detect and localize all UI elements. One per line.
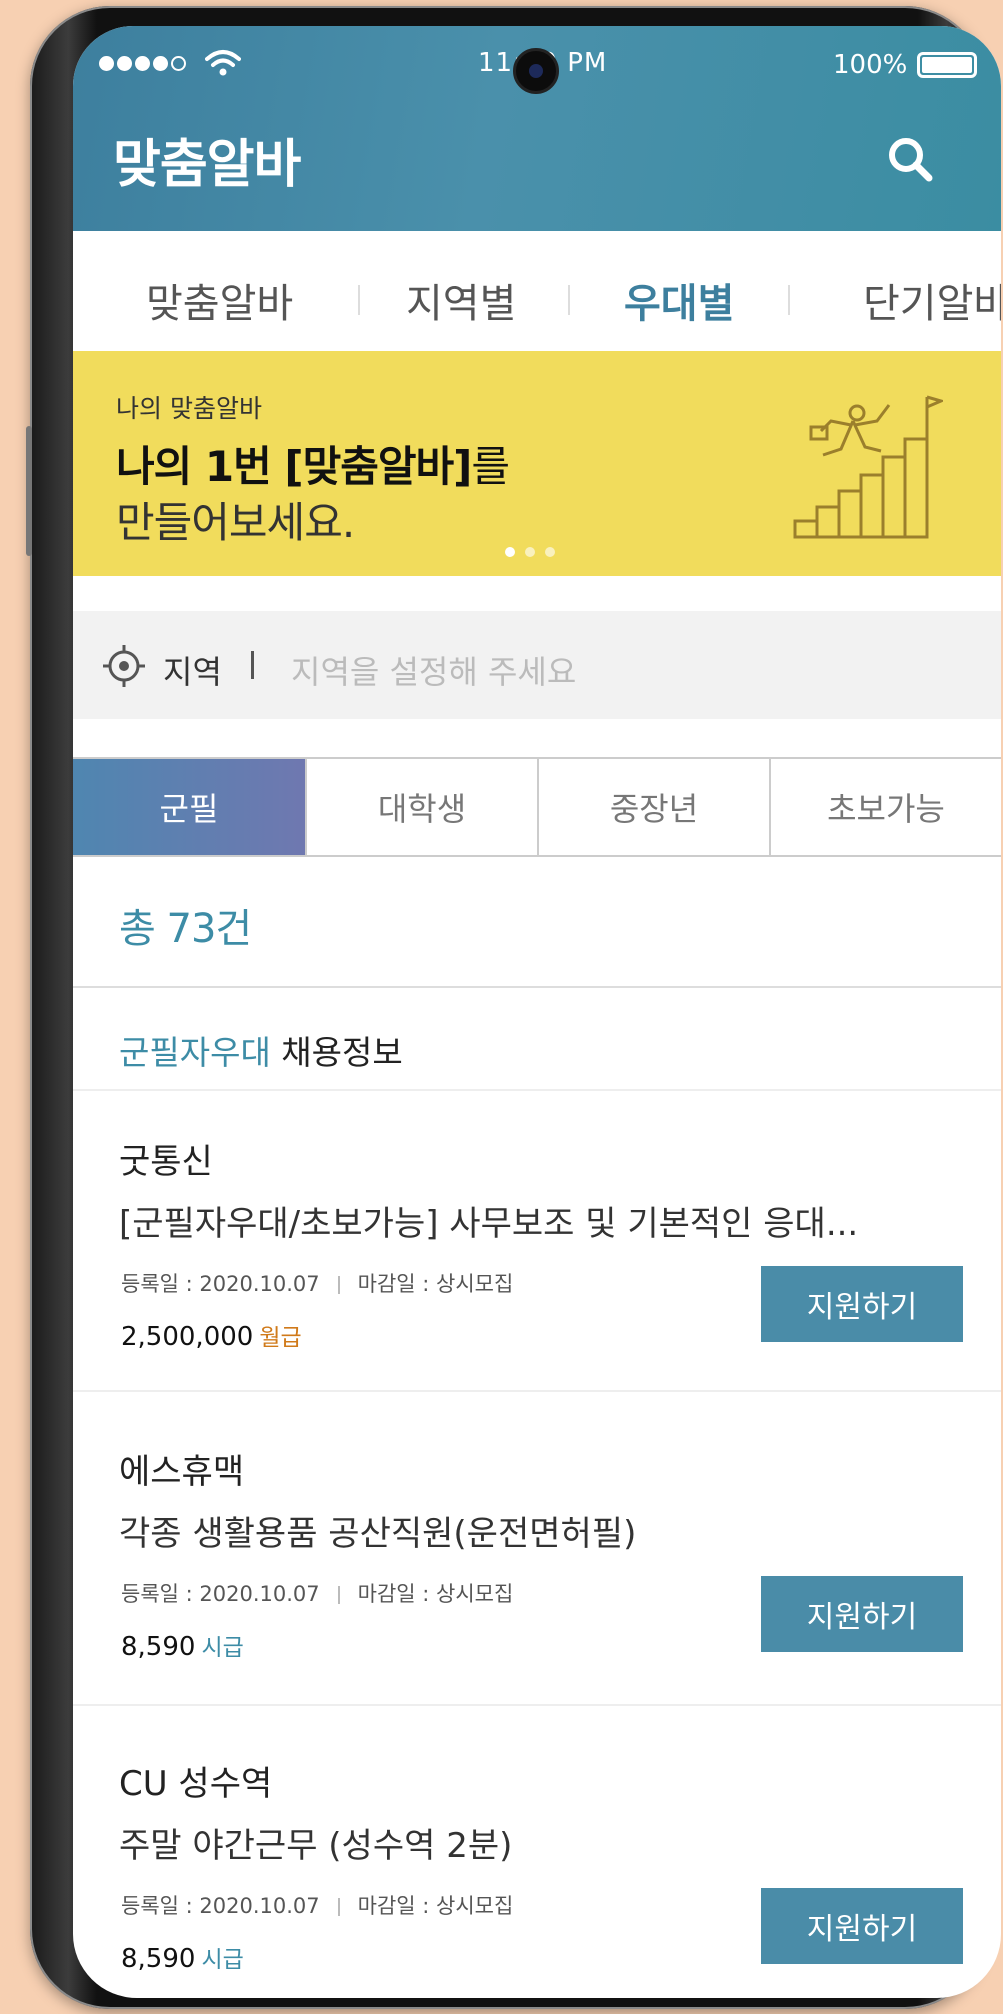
banner-headline-line2: 만들어보세요. [116, 498, 355, 547]
apply-button[interactable]: 지원하기 [761, 1576, 963, 1652]
target-icon [103, 645, 145, 687]
job-dates: 등록일 : 2020.10.07 마감일 : 상시모집 [121, 1890, 513, 1920]
job-deadline: 마감일 : 상시모집 [357, 1272, 514, 1296]
job-company: 에스휴맥 [119, 1452, 245, 1492]
divider [73, 1390, 1001, 1392]
job-dates: 등록일 : 2020.10.07 마감일 : 상시모집 [121, 1268, 513, 1298]
section-title-text: 채용정보 [270, 1033, 403, 1072]
banner-subtitle: 나의 맞춤알바 [116, 394, 262, 423]
job-company: CU 성수역 [119, 1764, 273, 1804]
category-tab-military[interactable]: 군필 [73, 759, 305, 855]
section-title: 군필자우대 채용정보 [119, 1026, 403, 1074]
divider [73, 986, 1001, 988]
region-selector[interactable]: 지역 지역을 설정해 주세요 [73, 611, 1001, 719]
front-camera [513, 48, 559, 94]
banner-headline-bold: 나의 1번 [맞춤알바] [116, 442, 472, 491]
apply-button[interactable]: 지원하기 [761, 1888, 963, 1964]
job-registered-date: 등록일 : 2020.10.07 [121, 1582, 320, 1606]
region-label: 지역 [163, 653, 222, 691]
category-tab-middle-aged[interactable]: 중장년 [537, 759, 769, 855]
job-title[interactable]: 각종 생활용품 공산직원(운전면허필) [119, 1506, 636, 1555]
job-list-item[interactable]: 에스휴맥 각종 생활용품 공산직원(운전면허필) 등록일 : 2020.10.0… [73, 1444, 1001, 1694]
app-header: 11:00 PM 100% 맞춤알바 [73, 26, 1001, 231]
search-icon[interactable] [885, 134, 935, 184]
job-title[interactable]: [군필자우대/초보가능] 사무보조 및 기본적인 응대... [119, 1196, 858, 1245]
job-pay-unit: 시급 [201, 1947, 244, 1973]
signal-icon [99, 56, 186, 71]
battery-icon [917, 52, 977, 78]
banner-headline: 나의 1번 [맞춤알바]를 [116, 433, 510, 494]
divider [73, 1089, 1001, 1091]
tab-divider [568, 285, 570, 315]
job-pay-amount: 8,590 [121, 1632, 196, 1662]
region-placeholder[interactable]: 지역을 설정해 주세요 [291, 647, 576, 693]
job-deadline: 마감일 : 상시모집 [357, 1894, 514, 1918]
category-tab-beginners[interactable]: 초보가능 [769, 759, 1001, 855]
job-pay-unit: 월급 [259, 1325, 302, 1351]
job-pay-amount: 8,590 [121, 1944, 196, 1974]
stairs-climber-icon [793, 395, 943, 539]
region-divider [251, 651, 254, 679]
banner-headline-rest: 를 [471, 442, 510, 491]
job-list-item[interactable]: 굿통신 [군필자우대/초보가능] 사무보조 및 기본적인 응대... 등록일 :… [73, 1134, 1001, 1384]
top-tab-bar: 맞춤알바 지역별 우대별 단기알바 [73, 231, 1001, 351]
tab-by-preference[interactable]: 우대별 [624, 271, 734, 329]
promo-banner[interactable]: 나의 맞춤알바 나의 1번 [맞춤알바]를 만들어보세요. [73, 351, 1001, 576]
job-dates: 등록일 : 2020.10.07 마감일 : 상시모집 [121, 1578, 513, 1608]
category-tab-students[interactable]: 대학생 [305, 759, 537, 855]
wifi-icon [205, 50, 241, 76]
banner-pagination [505, 547, 555, 557]
tab-short-term[interactable]: 단기알바 [863, 271, 1001, 329]
phone-frame: 11:00 PM 100% 맞춤알바 맞춤알바 지역별 우대별 단기알바 나의 … [26, 6, 1001, 2009]
job-registered-date: 등록일 : 2020.10.07 [121, 1272, 320, 1296]
job-list-item[interactable]: CU 성수역 주말 야간근무 (성수역 2분) 등록일 : 2020.10.07… [73, 1756, 1001, 1996]
divider [73, 1704, 1001, 1706]
tab-divider [788, 285, 790, 315]
apply-button[interactable]: 지원하기 [761, 1266, 963, 1342]
job-pay: 8,590 시급 [121, 1940, 244, 1974]
app-screen: 11:00 PM 100% 맞춤알바 맞춤알바 지역별 우대별 단기알바 나의 … [73, 26, 1001, 1998]
page-dot[interactable] [545, 547, 555, 557]
tab-custom-jobs[interactable]: 맞춤알바 [146, 271, 293, 329]
job-company: 굿통신 [119, 1142, 213, 1182]
job-pay-amount: 2,500,000 [121, 1322, 254, 1352]
section-title-accent: 군필자우대 [119, 1033, 271, 1072]
page-title: 맞춤알바 [113, 135, 301, 195]
job-pay: 8,590 시급 [121, 1628, 244, 1662]
job-deadline: 마감일 : 상시모집 [357, 1582, 514, 1606]
battery-percent: 100% [833, 50, 908, 80]
job-pay: 2,500,000 월급 [121, 1318, 302, 1352]
total-count: 총 73건 [119, 906, 252, 952]
job-title[interactable]: 주말 야간근무 (성수역 2분) [119, 1818, 512, 1867]
category-tabs: 군필 대학생 중장년 초보가능 [73, 757, 1001, 857]
volume-button [26, 426, 32, 556]
job-registered-date: 등록일 : 2020.10.07 [121, 1894, 320, 1918]
page-dot-active[interactable] [505, 547, 515, 557]
page-dot[interactable] [525, 547, 535, 557]
tab-by-region[interactable]: 지역별 [406, 271, 516, 329]
tab-divider [358, 285, 360, 315]
job-pay-unit: 시급 [201, 1635, 244, 1661]
